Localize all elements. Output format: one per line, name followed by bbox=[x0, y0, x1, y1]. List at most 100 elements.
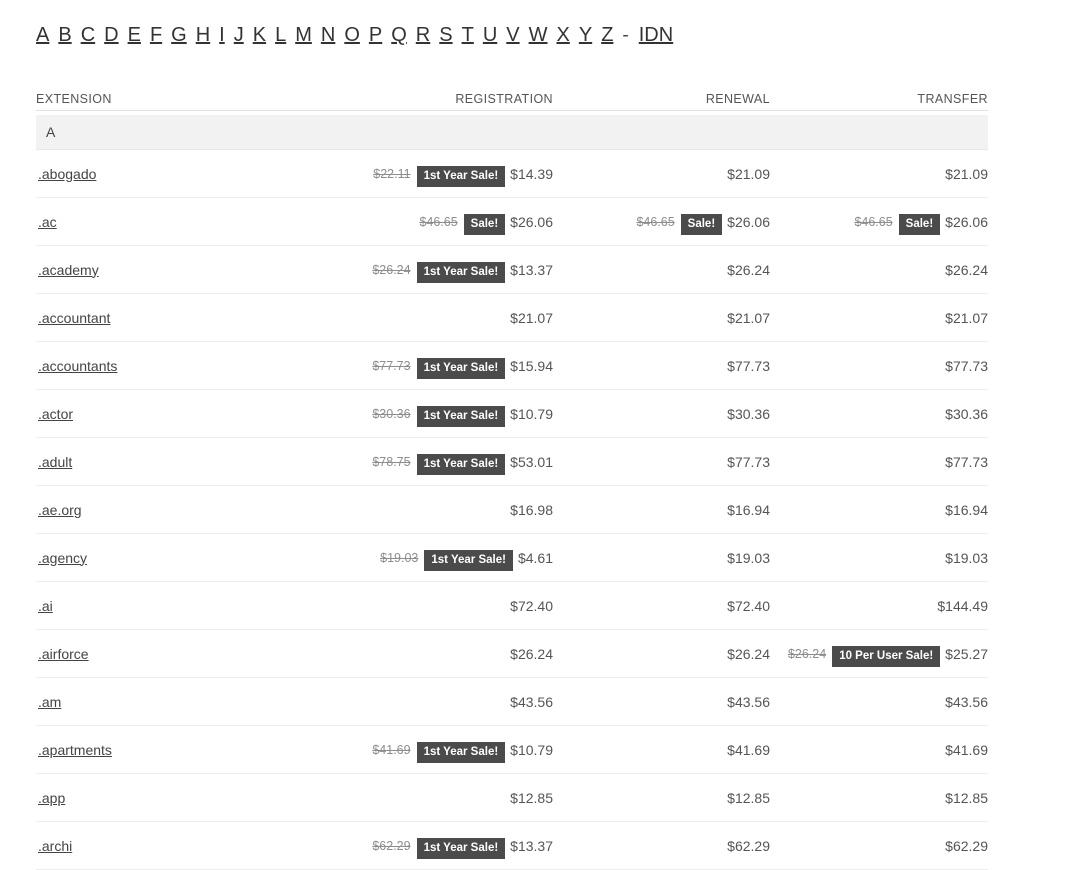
current-price: $21.07 bbox=[727, 309, 770, 326]
cell-extension: .airforce bbox=[36, 646, 336, 662]
cell-transfer: $43.56 bbox=[770, 694, 988, 710]
original-price: $78.75 bbox=[372, 454, 411, 469]
current-price: $144.49 bbox=[937, 597, 988, 614]
price-group-transfer: $30.36 bbox=[770, 406, 988, 422]
cell-extension: .app bbox=[36, 790, 336, 806]
cell-registration: $26.24 bbox=[336, 646, 553, 662]
alpha-nav-link-a[interactable]: A bbox=[36, 24, 49, 46]
table-row: .ae.org $16.98 $16.94 $16.94 bbox=[36, 486, 988, 534]
cell-registration: $78.75 1st Year Sale! $53.01 bbox=[336, 451, 553, 475]
alpha-nav-link-o[interactable]: O bbox=[344, 24, 360, 46]
alpha-nav-link-x[interactable]: X bbox=[557, 24, 570, 46]
tld-extension-link[interactable]: .archi bbox=[38, 838, 72, 854]
cell-extension: .abogado bbox=[36, 166, 336, 182]
alpha-nav-link-k[interactable]: K bbox=[253, 24, 266, 46]
current-price: $43.56 bbox=[510, 693, 553, 710]
alpha-nav-link-q[interactable]: Q bbox=[391, 24, 407, 46]
alpha-nav-link-m[interactable]: M bbox=[295, 24, 312, 46]
alpha-nav-link-f[interactable]: F bbox=[150, 24, 162, 46]
price-group-renewal: $21.07 bbox=[553, 310, 770, 326]
alpha-nav-link-e[interactable]: E bbox=[128, 24, 141, 46]
cell-renewal: $77.73 bbox=[553, 358, 770, 374]
tld-extension-link[interactable]: .ai bbox=[38, 598, 53, 614]
current-price: $43.56 bbox=[727, 693, 770, 710]
alpha-nav-link-c[interactable]: C bbox=[81, 24, 95, 46]
column-header-renewal: RENEWAL bbox=[705, 92, 770, 106]
cell-extension: .ae.org bbox=[36, 502, 336, 518]
price-group-renewal: $62.29 bbox=[553, 838, 770, 854]
tld-extension-link[interactable]: .apartments bbox=[38, 742, 112, 758]
sale-badge: 1st Year Sale! bbox=[416, 262, 506, 283]
tld-extension-link[interactable]: .accountant bbox=[38, 310, 110, 326]
cell-renewal: $46.65 Sale! $26.06 bbox=[553, 211, 770, 235]
price-group-registration: $46.65 Sale! $26.06 bbox=[336, 211, 553, 235]
price-group-renewal: $26.24 bbox=[553, 646, 770, 662]
alpha-nav-link-i[interactable]: I bbox=[219, 24, 225, 46]
cell-transfer: $41.69 bbox=[770, 742, 988, 758]
tld-extension-link[interactable]: .actor bbox=[38, 406, 73, 422]
alpha-nav-link-g[interactable]: G bbox=[171, 24, 187, 46]
original-price: $26.24 bbox=[372, 262, 411, 277]
alpha-nav-link-d[interactable]: D bbox=[104, 24, 118, 46]
current-price: $16.98 bbox=[510, 501, 553, 518]
current-price: $26.24 bbox=[727, 261, 770, 278]
cell-registration: $30.36 1st Year Sale! $10.79 bbox=[336, 403, 553, 427]
price-group-renewal: $16.94 bbox=[553, 502, 770, 518]
tld-extension-link[interactable]: .ac bbox=[38, 214, 57, 230]
current-price: $26.06 bbox=[727, 213, 770, 230]
current-price: $25.27 bbox=[945, 645, 988, 662]
alpha-nav-link-v[interactable]: V bbox=[506, 24, 519, 46]
tld-extension-link[interactable]: .app bbox=[38, 790, 65, 806]
tld-extension-link[interactable]: .airforce bbox=[38, 646, 89, 662]
current-price: $19.03 bbox=[727, 549, 770, 566]
price-group-renewal: $12.85 bbox=[553, 790, 770, 806]
alpha-nav-link-t[interactable]: T bbox=[462, 24, 474, 46]
alpha-nav-link-w[interactable]: W bbox=[529, 24, 548, 46]
alpha-nav-link-h[interactable]: H bbox=[196, 24, 210, 46]
price-group-transfer: $144.49 bbox=[770, 598, 988, 614]
current-price: $26.24 bbox=[727, 645, 770, 662]
original-price: $62.29 bbox=[372, 838, 411, 853]
tld-extension-link[interactable]: .adult bbox=[38, 454, 72, 470]
current-price: $14.39 bbox=[510, 165, 553, 182]
cell-extension: .ac bbox=[36, 214, 336, 230]
tld-extension-link[interactable]: .am bbox=[38, 694, 61, 710]
cell-transfer: $77.73 bbox=[770, 454, 988, 470]
cell-extension: .apartments bbox=[36, 742, 336, 758]
tld-extension-link[interactable]: .agency bbox=[38, 550, 87, 566]
cell-extension: .accountants bbox=[36, 358, 336, 374]
page-root: A B C D E F G H I J K L M N O P Q R S T U V W X Y Z - IDN EXTENSION… bbox=[0, 0, 1077, 870]
alpha-nav-link-p[interactable]: P bbox=[369, 24, 382, 46]
alpha-nav-link-r[interactable]: R bbox=[416, 24, 430, 46]
tld-extension-link[interactable]: .ae.org bbox=[38, 502, 82, 518]
current-price: $62.29 bbox=[945, 837, 988, 854]
price-group-transfer: $21.09 bbox=[770, 166, 988, 182]
sale-badge: Sale! bbox=[898, 214, 941, 235]
cell-transfer: $30.36 bbox=[770, 406, 988, 422]
current-price: $77.73 bbox=[727, 357, 770, 374]
alpha-nav-link-l[interactable]: L bbox=[275, 24, 286, 46]
alpha-nav-link-z[interactable]: Z bbox=[601, 24, 613, 46]
cell-renewal: $12.85 bbox=[553, 790, 770, 806]
price-group-registration: $16.98 bbox=[336, 502, 553, 518]
table-row: .accountants $77.73 1st Year Sale! $15.94 $7… bbox=[36, 342, 988, 390]
alphabet-nav: A B C D E F G H I J K L M N O P Q R S T U V W X Y Z - IDN bbox=[36, 22, 673, 49]
table-row: .agency $19.03 1st Year Sale! $4.61 $19.03 $1… bbox=[36, 534, 988, 582]
alpha-nav-link-u[interactable]: U bbox=[483, 24, 497, 46]
alpha-nav-separator: - bbox=[622, 25, 629, 46]
alpha-nav-link-idn[interactable]: IDN bbox=[639, 24, 673, 46]
alpha-nav-link-b[interactable]: B bbox=[58, 24, 71, 46]
tld-extension-link[interactable]: .academy bbox=[38, 262, 99, 278]
cell-registration: $77.73 1st Year Sale! $15.94 bbox=[336, 355, 553, 379]
alpha-nav-link-n[interactable]: N bbox=[321, 24, 335, 46]
current-price: $10.79 bbox=[510, 405, 553, 422]
tld-extension-link[interactable]: .abogado bbox=[38, 166, 96, 182]
tld-extension-link[interactable]: .accountants bbox=[38, 358, 117, 374]
price-group-registration: $30.36 1st Year Sale! $10.79 bbox=[336, 403, 553, 427]
price-group-registration: $22.11 1st Year Sale! $14.39 bbox=[336, 163, 553, 187]
alpha-nav-link-y[interactable]: Y bbox=[579, 24, 592, 46]
price-group-transfer: $41.69 bbox=[770, 742, 988, 758]
current-price: $72.40 bbox=[727, 597, 770, 614]
alpha-nav-link-s[interactable]: S bbox=[439, 24, 452, 46]
alpha-nav-link-j[interactable]: J bbox=[234, 24, 244, 46]
